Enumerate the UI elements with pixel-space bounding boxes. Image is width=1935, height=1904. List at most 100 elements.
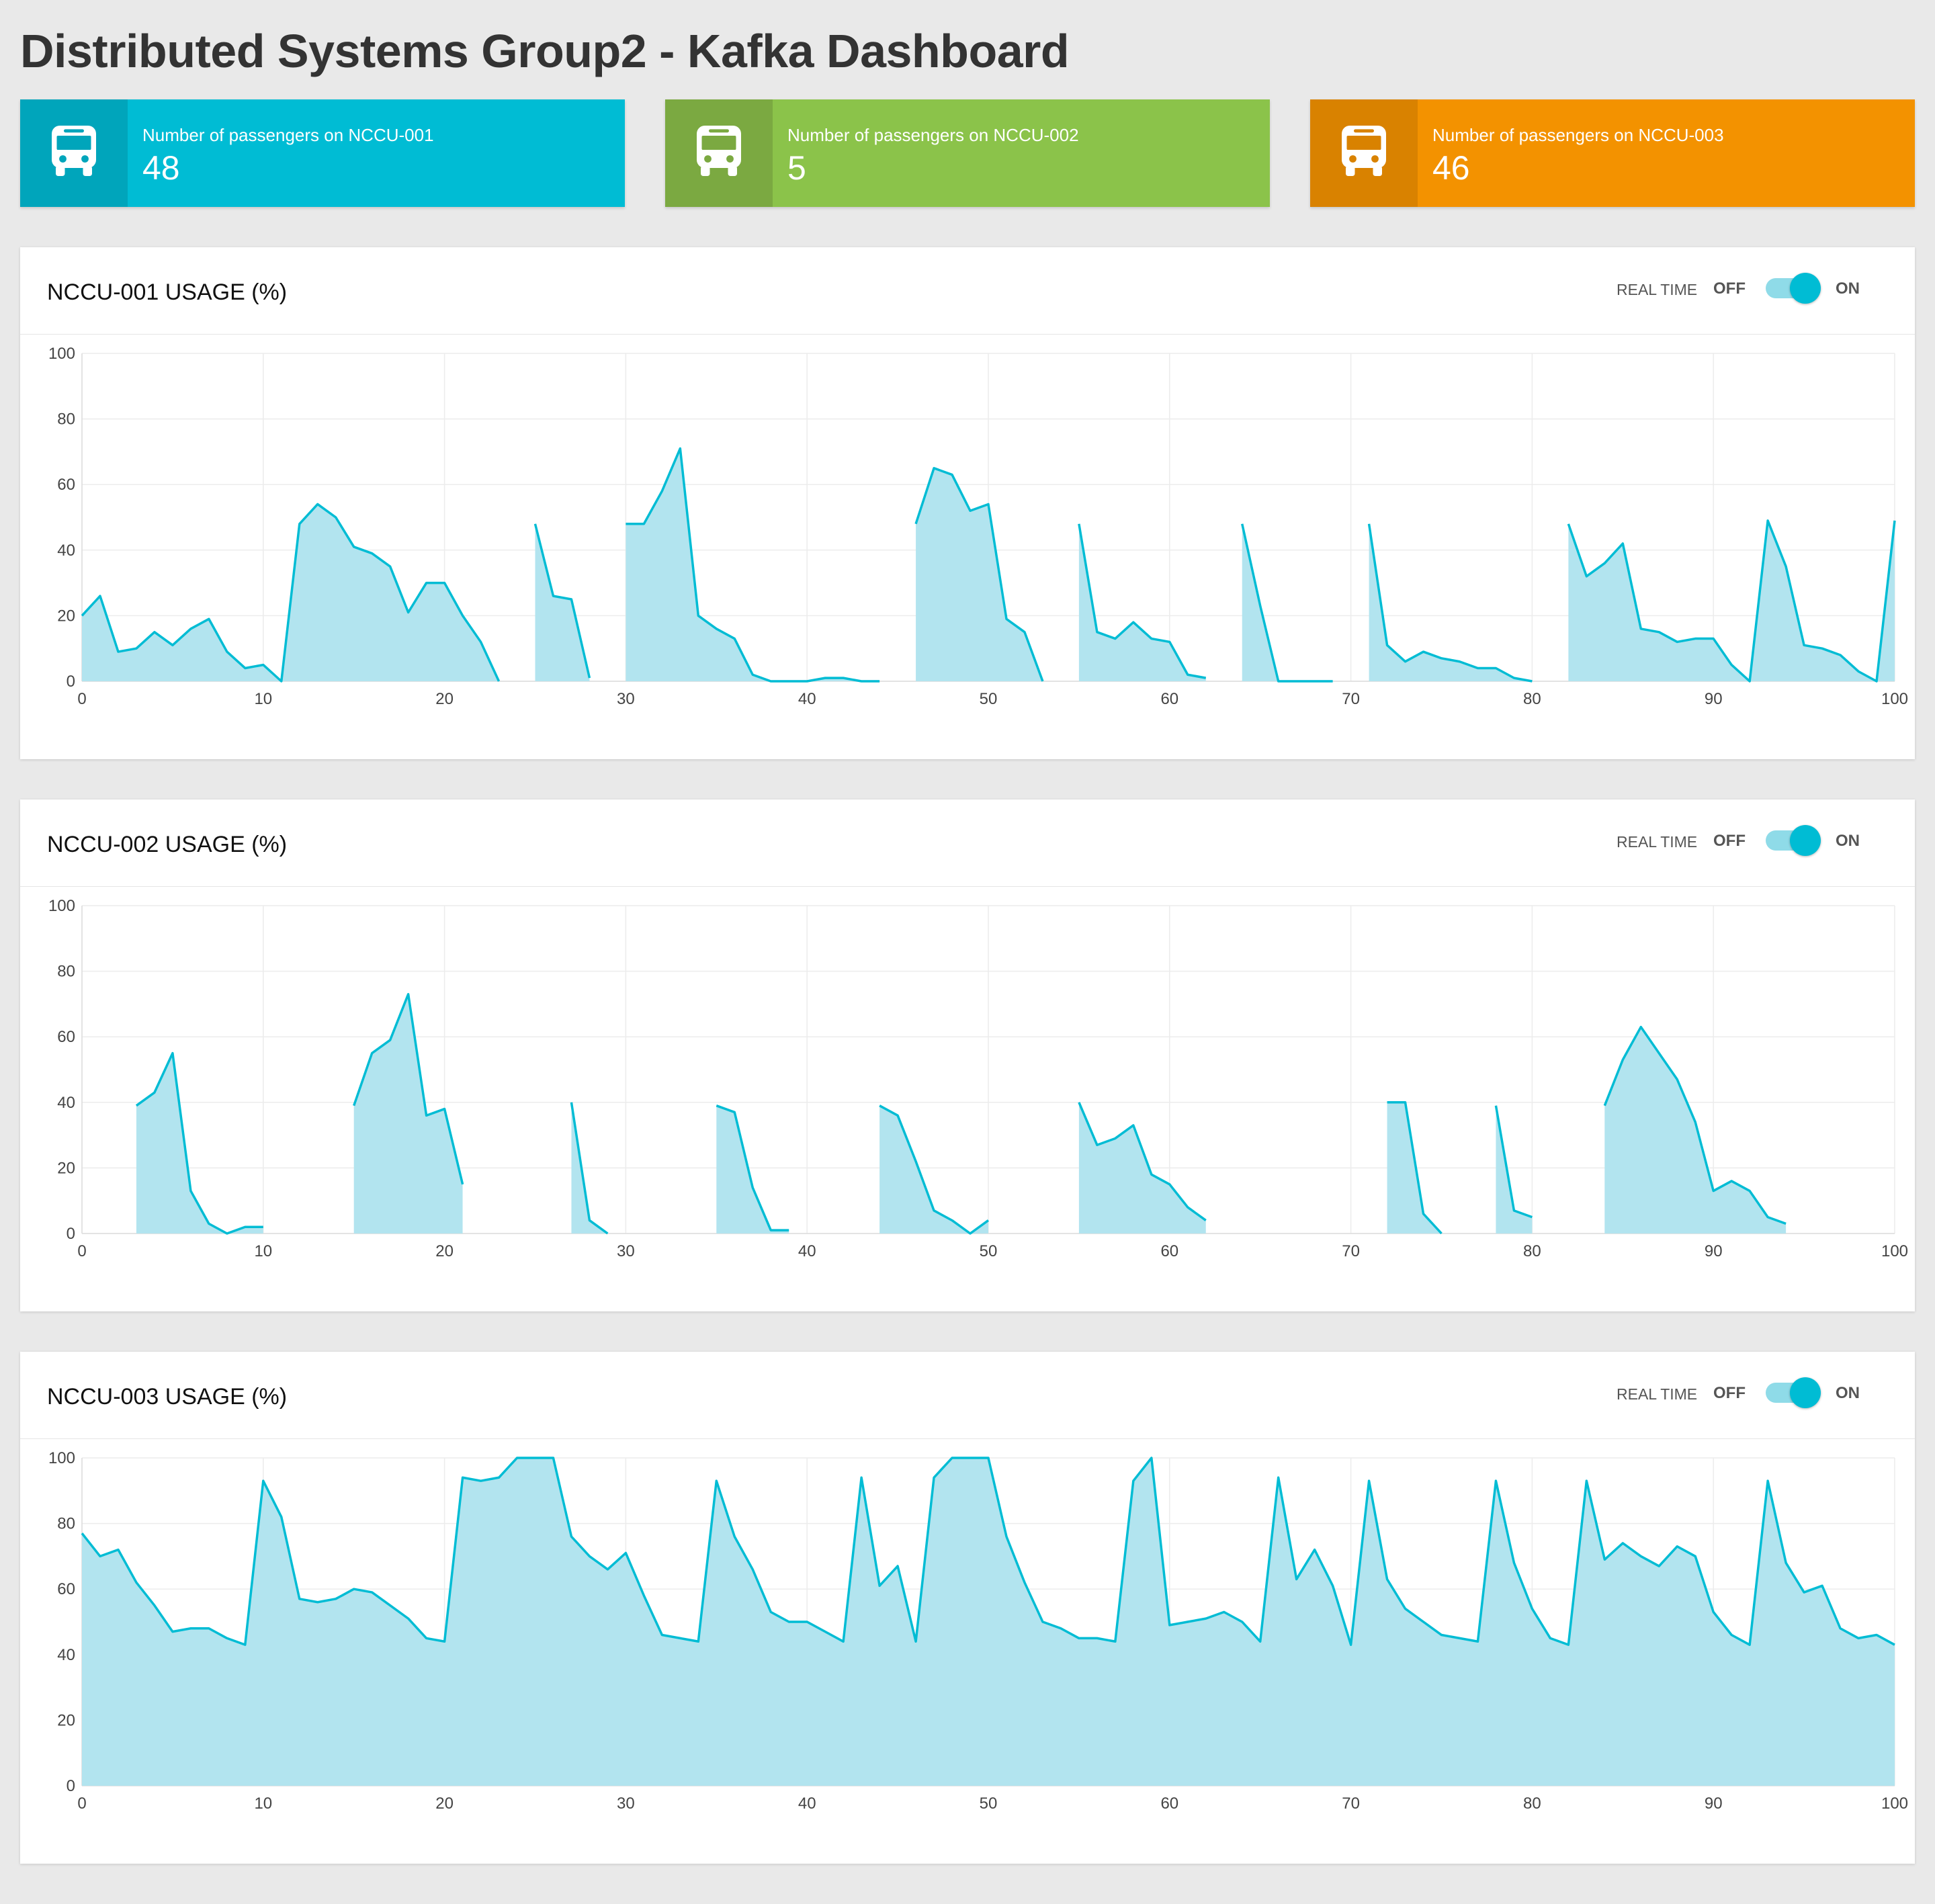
series-area (916, 468, 1043, 681)
x-tick-label: 40 (798, 690, 816, 708)
y-tick-label: 100 (48, 1449, 75, 1467)
series-area (626, 448, 880, 681)
realtime-off-label[interactable]: OFF (1713, 279, 1746, 298)
info-box-value: 5 (787, 149, 806, 187)
usage-card-nccu-003: NCCU-003 USAGE (%) REAL TIME OFF ON 0 20 4… (20, 1352, 1915, 1864)
x-tick-label: 90 (1705, 690, 1723, 708)
bus-icon (50, 124, 98, 183)
x-tick-label: 30 (617, 1794, 635, 1813)
info-box-icon-wrap (20, 99, 128, 207)
info-box-content: Number of passengers on NCCU-001 48 (128, 99, 434, 207)
info-box-icon-wrap (665, 99, 773, 207)
y-tick-label: 100 (48, 897, 75, 915)
y-tick-label: 60 (57, 1028, 75, 1046)
y-tick-label: 40 (57, 542, 75, 560)
series-area (1242, 523, 1333, 681)
realtime-off-label[interactable]: OFF (1713, 832, 1746, 851)
x-tick-label: 70 (1342, 1794, 1360, 1813)
x-tick-label: 90 (1705, 1242, 1723, 1260)
card-title: NCCU-002 USAGE (%) (47, 832, 288, 857)
info-box-nccu-003: Number of passengers on NCCU-003 46 (1310, 99, 1915, 207)
x-tick-label: 100 (1881, 1794, 1908, 1813)
y-tick-label: 40 (57, 1094, 75, 1112)
realtime-toggle-knob[interactable] (1790, 273, 1821, 304)
series-area (716, 1105, 789, 1234)
realtime-label: REAL TIME (1617, 833, 1698, 851)
y-tick-label: 80 (57, 1515, 75, 1533)
bus-icon (695, 124, 743, 183)
x-tick-label: 30 (617, 690, 635, 708)
info-box-value: 48 (142, 149, 180, 187)
x-tick-label: 40 (798, 1242, 816, 1260)
x-tick-label: 10 (254, 1794, 272, 1813)
info-box-content: Number of passengers on NCCU-002 5 (773, 99, 1079, 207)
card-header: NCCU-002 USAGE (%) REAL TIME OFF ON (20, 799, 1915, 887)
series-area (1369, 523, 1533, 681)
x-tick-label: 10 (254, 690, 272, 708)
x-tick-label: 40 (798, 1794, 816, 1813)
info-box-label: Number of passengers on NCCU-003 (1432, 125, 1724, 145)
usage-card-nccu-001: NCCU-001 USAGE (%) REAL TIME OFF ON 0 20 4… (20, 247, 1915, 759)
x-tick-label: 80 (1523, 1242, 1541, 1260)
info-box-label: Number of passengers on NCCU-002 (787, 125, 1079, 145)
realtime-on-label[interactable]: ON (1836, 279, 1860, 298)
x-tick-label: 10 (254, 1242, 272, 1260)
x-tick-label: 20 (435, 1242, 454, 1260)
x-tick-label: 100 (1881, 1242, 1908, 1260)
series-area (535, 523, 590, 681)
realtime-toggle-knob[interactable] (1790, 825, 1821, 856)
series-area (879, 1105, 988, 1234)
info-box-nccu-002: Number of passengers on NCCU-002 5 (665, 99, 1270, 207)
y-tick-label: 60 (57, 1580, 75, 1598)
y-tick-label: 20 (57, 1711, 75, 1729)
x-tick-label: 50 (980, 690, 998, 708)
y-tick-label: 60 (57, 476, 75, 494)
realtime-toggle-knob[interactable] (1790, 1377, 1821, 1408)
x-tick-label: 70 (1342, 690, 1360, 708)
info-box-content: Number of passengers on NCCU-003 46 (1418, 99, 1724, 207)
series-area (1078, 523, 1206, 681)
x-tick-label: 30 (617, 1242, 635, 1260)
x-tick-label: 50 (980, 1242, 998, 1260)
card-header: NCCU-001 USAGE (%) REAL TIME OFF ON (20, 247, 1915, 335)
y-tick-label: 20 (57, 607, 75, 625)
series-area (1568, 520, 1895, 681)
x-tick-label: 60 (1160, 1794, 1178, 1813)
y-tick-label: 20 (57, 1159, 75, 1177)
usage-chart: 0 20 40 60 80 100 0 10 20 30 40 50 60 70 80 90 100 (48, 345, 1908, 708)
x-tick-label: 70 (1342, 1242, 1360, 1260)
realtime-label: REAL TIME (1617, 1385, 1698, 1403)
y-tick-label: 80 (57, 963, 75, 981)
card-title: NCCU-003 USAGE (%) (47, 1384, 288, 1410)
x-tick-label: 100 (1881, 690, 1908, 708)
x-tick-label: 80 (1523, 690, 1541, 708)
x-tick-label: 20 (435, 690, 454, 708)
x-tick-label: 0 (77, 1794, 86, 1813)
info-box-value: 46 (1432, 149, 1470, 187)
y-tick-label: 0 (67, 673, 75, 691)
usage-card-nccu-002: NCCU-002 USAGE (%) REAL TIME OFF ON 0 20 4… (20, 799, 1915, 1311)
x-tick-label: 0 (77, 1242, 86, 1260)
info-box-label: Number of passengers on NCCU-001 (142, 125, 434, 145)
realtime-label: REAL TIME (1617, 281, 1698, 298)
x-tick-label: 50 (980, 1794, 998, 1813)
realtime-on-label[interactable]: ON (1836, 1384, 1860, 1403)
series-area (82, 1458, 1895, 1786)
y-tick-label: 80 (57, 410, 75, 429)
info-box-icon-wrap (1310, 99, 1418, 207)
realtime-on-label[interactable]: ON (1836, 832, 1860, 851)
page-title: Distributed Systems Group2 - Kafka Dashb… (20, 25, 1070, 77)
bus-icon (1340, 124, 1388, 183)
y-tick-label: 40 (57, 1646, 75, 1664)
realtime-off-label[interactable]: OFF (1713, 1384, 1746, 1403)
card-header: NCCU-003 USAGE (%) REAL TIME OFF ON (20, 1352, 1915, 1439)
x-tick-label: 0 (77, 690, 86, 708)
y-tick-label: 0 (67, 1225, 75, 1243)
y-tick-label: 0 (67, 1777, 75, 1795)
x-tick-label: 90 (1705, 1794, 1723, 1813)
usage-chart: 0 20 40 60 80 100 0 10 20 30 40 50 60 70 80 90 100 (48, 1449, 1908, 1813)
usage-chart: 0 20 40 60 80 100 0 10 20 30 40 50 60 70 80 90 100 (48, 897, 1908, 1260)
x-tick-label: 80 (1523, 1794, 1541, 1813)
x-tick-label: 20 (435, 1794, 454, 1813)
info-box-nccu-001: Number of passengers on NCCU-001 48 (20, 99, 625, 207)
